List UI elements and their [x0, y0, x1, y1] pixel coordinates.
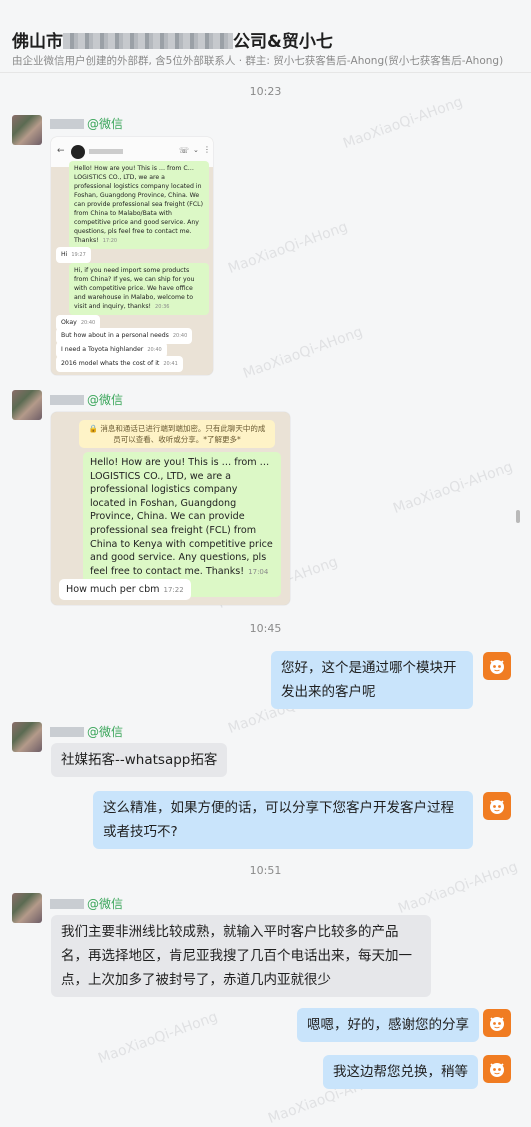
incoming-message[interactable]: 我们主要非洲线比较成熟，就输入平时客户比较多的产品名，再选择地区，肯尼亚我搜了几… [51, 915, 431, 997]
back-arrow-icon: ← [57, 146, 65, 156]
outgoing-message[interactable]: 嗯嗯，好的，感谢您的分享 [297, 1008, 479, 1042]
agent-avatar[interactable] [483, 1055, 511, 1083]
sender-name: @微信 [50, 723, 123, 740]
redacted-name [50, 899, 84, 909]
wa-message: Hello! How are you! This is … from … LOG… [83, 452, 281, 597]
chat-subtitle: 由企业微信用户创建的外部群, 含5位外部联系人 · 群主: 贸小七获客售后-Ah… [12, 55, 504, 67]
robot-icon [490, 1063, 504, 1077]
avatar[interactable] [12, 722, 42, 752]
timestamp: 10:51 [249, 864, 282, 877]
redacted-company-name [63, 33, 233, 49]
watermark: MaoXiaoQi-AHong [341, 93, 465, 153]
watermark: MaoXiaoQi-AHong [96, 1008, 220, 1068]
sender-name: @微信 [50, 895, 123, 912]
watermark: MaoXiaoQi-AHong [241, 323, 365, 383]
redacted-name [50, 727, 84, 737]
robot-icon [490, 800, 504, 814]
watermark: MaoXiaoQi-AHong [391, 458, 515, 518]
wa-message: How much per cbm 17:22 [59, 579, 191, 600]
avatar[interactable] [12, 115, 42, 145]
chat-title[interactable]: 佛山市 公司&贸小七 [12, 27, 333, 52]
image-message-whatsapp-screenshot[interactable]: ← ☏ ⌄ ⋮ Hello! How are you! This is … fr… [51, 137, 213, 375]
robot-icon [490, 1017, 504, 1031]
redacted-name [50, 119, 84, 129]
outgoing-message[interactable]: 这么精准，如果方便的话，可以分享下您客户开发客户过程或者技巧不? [93, 791, 473, 849]
sender-name: @微信 [50, 391, 123, 408]
watermark: MaoXiaoQi-AHong [226, 218, 350, 278]
sender-name: @微信 [50, 115, 123, 132]
more-icon: ⋮ [203, 145, 211, 154]
redacted-name [50, 395, 84, 405]
lock-icon: 🔒 [88, 424, 98, 433]
phone-icon: ☏ [179, 146, 190, 155]
wa-message: Hello! How are you! This is … from C… LO… [69, 161, 209, 249]
chevron-down-icon: ⌄ [193, 146, 199, 154]
outgoing-message[interactable]: 您好，这个是通过哪个模块开发出来的客户呢 [271, 651, 473, 709]
redacted-contact-name [89, 149, 123, 154]
chat-header: 佛山市 公司&贸小七 由企业微信用户创建的外部群, 含5位外部联系人 · 群主: … [0, 0, 531, 73]
robot-icon [490, 660, 504, 674]
agent-avatar[interactable] [483, 652, 511, 680]
avatar[interactable] [12, 390, 42, 420]
scrollbar-thumb[interactable] [516, 510, 520, 523]
outgoing-message[interactable]: 我这边帮您兑换，稍等 [323, 1055, 478, 1089]
avatar[interactable] [12, 893, 42, 923]
timestamp: 10:45 [249, 622, 282, 635]
incoming-message[interactable]: 社媒拓客--whatsapp拓客 [51, 743, 228, 777]
wa-message: 2016 model whats the cost of it 20:41 [56, 356, 183, 372]
wa-message: Hi, if you need import some products fro… [69, 263, 209, 315]
contact-avatar [71, 145, 85, 159]
timestamp: 10:23 [249, 85, 282, 98]
agent-avatar[interactable] [483, 1009, 511, 1037]
image-message-whatsapp-screenshot[interactable]: 🔒 消息和通话已进行端到端加密。只有此聊天中的成员可以查看、收听或分享。*了解更… [51, 412, 290, 605]
wa-message: Hi 19:27 [56, 247, 91, 263]
encryption-notice: 🔒 消息和通话已进行端到端加密。只有此聊天中的成员可以查看、收听或分享。*了解更… [79, 420, 275, 448]
agent-avatar[interactable] [483, 792, 511, 820]
